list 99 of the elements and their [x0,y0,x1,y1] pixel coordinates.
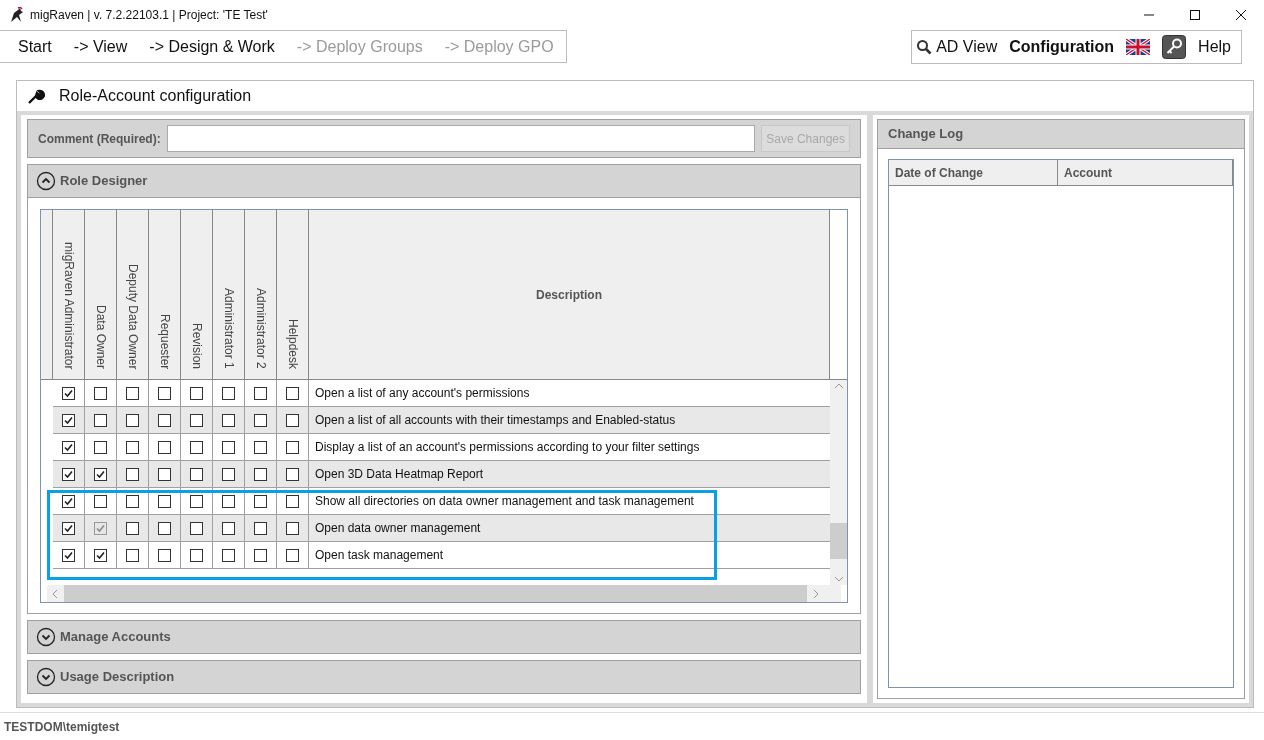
flag-icon[interactable] [1126,39,1151,55]
comment-field[interactable] [166,125,756,152]
close-icon [1236,10,1246,20]
page-title: Role-Account configuration [59,86,252,106]
column-header: Data Owner [92,304,109,369]
checkbox[interactable] [286,494,299,508]
checkbox[interactable] [126,548,139,562]
column-header: Revision [188,322,205,369]
checkbox[interactable] [158,386,171,400]
checkbox[interactable] [94,494,107,508]
checkbox[interactable] [222,413,235,427]
checkbox[interactable] [94,467,107,481]
checkbox[interactable] [222,494,235,508]
checkbox[interactable] [126,467,139,481]
checkbox[interactable] [62,440,75,454]
table-cell-text: Display a list of an account's permissions according to your filter settings [314,439,701,456]
checkbox[interactable] [62,521,75,535]
checkbox[interactable] [286,548,299,562]
table-cell-text: Show all directories on data owner management and task management [314,493,695,510]
table-cell-text: Open a list of all accounts with their timestamps and Enabled-status [314,412,677,429]
checkbox[interactable] [158,494,171,508]
column-header: Administrator 2 [252,288,269,369]
column-header: Description [536,286,602,304]
column-header: Date of Change [889,160,1058,185]
checkbox[interactable] [62,548,75,562]
checkbox[interactable] [286,440,299,454]
column-header: Deputy Data Owner [124,263,141,369]
checkbox[interactable] [190,548,203,562]
checkbox[interactable] [190,440,203,454]
window-title: migRaven | v. 7.2.22103.1 | Project: 'TE Test' [30,7,268,24]
table-cell-text: Open data owner management [314,520,482,537]
column-header: Requester [156,313,173,369]
change-log-header: Change Log [877,119,1245,149]
checkbox[interactable] [254,386,267,400]
app-logo-icon [8,7,24,23]
table-cell-text: Open task management [314,547,445,564]
nav-link[interactable]: -> View [73,34,128,59]
checkbox[interactable] [286,386,299,400]
checkbox[interactable] [286,521,299,535]
checkbox[interactable] [222,467,235,481]
checkbox[interactable] [126,440,139,454]
checkbox[interactable] [190,494,203,508]
column-header: migRaven Administrator [60,241,77,369]
checkbox[interactable] [158,467,171,481]
section-header[interactable]: Role Designer [27,164,861,198]
checkbox[interactable] [158,548,171,562]
column-header: Helpdesk [284,318,301,369]
key-icon[interactable] [1162,35,1187,59]
expand-icon[interactable] [36,667,56,687]
status-bar: TESTDOM\temigtest [0,712,1264,740]
checkbox[interactable] [158,413,171,427]
checkbox[interactable] [222,386,235,400]
checkbox[interactable] [62,494,75,508]
checkbox[interactable] [190,521,203,535]
ad-view-button[interactable]: AD View [916,35,998,59]
nav-link[interactable]: -> Design & Work [149,34,275,59]
maximize-icon [1190,10,1200,20]
checkbox[interactable] [190,413,203,427]
checkbox[interactable] [254,467,267,481]
search-icon [916,39,933,55]
checkbox[interactable] [94,440,107,454]
checkbox[interactable] [222,521,235,535]
checkbox[interactable] [62,386,75,400]
checkbox[interactable] [190,386,203,400]
checkbox[interactable] [94,386,107,400]
nav-link[interactable]: Start [18,34,52,59]
scrollbar-thumb[interactable] [830,523,847,559]
checkbox[interactable] [94,413,107,427]
vertical-scrollbar[interactable] [830,380,847,585]
comment-label: Comment (Required): [38,130,161,148]
table-cell-text: Open 3D Data Heatmap Report [314,466,485,483]
checkbox[interactable] [254,521,267,535]
checkbox[interactable] [254,413,267,427]
checkbox[interactable] [222,548,235,562]
checkbox[interactable] [62,413,75,427]
checkbox[interactable] [254,494,267,508]
checkbox[interactable] [286,413,299,427]
checkbox[interactable] [126,386,139,400]
checkbox[interactable] [126,521,139,535]
checkbox[interactable] [222,440,235,454]
checkbox[interactable] [190,467,203,481]
toolbar-link[interactable]: Help [1198,35,1231,59]
checkbox[interactable] [94,548,107,562]
column-header: Administrator 1 [220,288,237,369]
collapse-icon[interactable] [36,171,56,191]
toolbar-link[interactable]: Configuration [1009,35,1115,59]
checkbox[interactable] [126,494,139,508]
table-cell-text: Open a list of any account's permissions [314,385,531,402]
checkbox[interactable] [254,548,267,562]
checkbox[interactable] [158,521,171,535]
section-header[interactable]: Usage Description [27,660,861,694]
column-header: Account [1058,160,1233,185]
checkbox[interactable] [62,467,75,481]
checkbox[interactable] [254,440,267,454]
checkbox[interactable] [286,467,299,481]
checkbox[interactable] [126,413,139,427]
section-header[interactable]: Manage Accounts [27,620,861,654]
checkbox[interactable] [158,440,171,454]
expand-icon[interactable] [36,627,56,647]
